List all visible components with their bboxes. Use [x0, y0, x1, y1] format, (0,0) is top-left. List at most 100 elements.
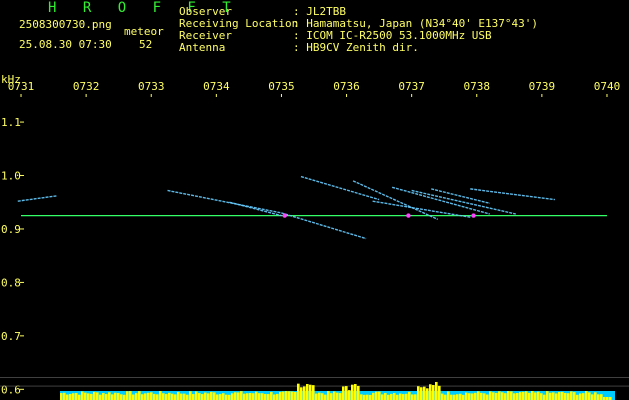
- noise-bar: [432, 385, 435, 400]
- noise-bar: [393, 393, 396, 400]
- x-tick-label: 0732: [73, 80, 100, 93]
- noise-bar: [537, 391, 540, 400]
- meteor-trail: [229, 201, 282, 217]
- noise-bar: [405, 393, 408, 400]
- noise-bar: [294, 392, 297, 400]
- noise-bar: [291, 391, 294, 400]
- noise-bar: [144, 393, 147, 400]
- noise-bar: [75, 392, 78, 400]
- x-tick-label: 0740: [594, 80, 621, 93]
- noise-bar: [279, 391, 282, 400]
- noise-bar: [120, 394, 123, 400]
- noise-bar: [426, 388, 429, 400]
- meteor-trail: [167, 189, 282, 214]
- noise-bar: [252, 393, 255, 400]
- noise-bar: [522, 391, 525, 400]
- spectrogram-plot: 0731 0732 0733 0734 0735 0736 0737 0738 0739 0740…: [0, 80, 629, 400]
- noise-bar: [300, 387, 303, 400]
- noise-bar: [180, 393, 183, 400]
- noise-bar: [594, 392, 597, 400]
- x-tick-label: 0731: [8, 80, 35, 93]
- noise-bar: [525, 391, 528, 400]
- noise-bar: [117, 393, 120, 400]
- noise-bar: [387, 394, 390, 400]
- noise-bar: [141, 394, 144, 400]
- noise-bar: [528, 392, 531, 400]
- noise-bar: [423, 386, 426, 400]
- meteor-trail: [372, 200, 471, 218]
- noise-bar: [480, 392, 483, 400]
- noise-bar: [183, 393, 186, 400]
- noise-bar: [309, 384, 312, 400]
- noise-bar: [570, 391, 573, 400]
- noise-bar: [114, 392, 117, 400]
- noise-bar: [192, 394, 195, 400]
- noise-bar: [210, 391, 213, 400]
- noise-bar: [408, 391, 411, 400]
- noise-bar: [129, 391, 132, 400]
- noise-bar: [285, 391, 288, 400]
- noise-bar: [381, 394, 384, 400]
- noise-bar: [150, 392, 153, 400]
- noise-bar: [213, 392, 216, 400]
- noise-bar: [93, 391, 96, 400]
- noise-bar: [198, 393, 201, 400]
- x-tick-label: 0734: [203, 80, 230, 93]
- noise-bar: [333, 391, 336, 400]
- x-tick-label: 0739: [529, 80, 556, 93]
- noise-bar: [417, 386, 420, 400]
- noise-bar: [123, 394, 126, 400]
- noise-bar: [477, 391, 480, 400]
- noise-bar: [138, 391, 141, 400]
- noise-bar: [270, 392, 273, 400]
- noise-bar: [510, 391, 513, 400]
- noise-bar: [444, 394, 447, 400]
- noise-bar: [222, 393, 225, 400]
- noise-bar: [486, 394, 489, 400]
- noise-bar: [411, 394, 414, 400]
- noise-bar: [219, 394, 222, 400]
- noise-bar: [201, 394, 204, 400]
- noise-bar: [177, 391, 180, 400]
- noise-bar: [231, 393, 234, 400]
- noise-bar: [246, 393, 249, 400]
- noise-bar: [456, 394, 459, 400]
- noise-bar: [228, 394, 231, 400]
- noise-bar: [312, 385, 315, 400]
- noise-bar: [204, 392, 207, 400]
- noise-bar: [240, 391, 243, 400]
- noise-bar: [264, 393, 267, 400]
- y-tick-label: 0.6: [1, 383, 21, 396]
- noise-bar: [402, 394, 405, 400]
- noise-bar: [369, 394, 372, 400]
- trail-hotspot: [406, 213, 411, 218]
- noise-bar: [507, 391, 510, 400]
- noise-bar: [582, 393, 585, 400]
- noise-bar: [501, 392, 504, 400]
- noise-bar: [78, 394, 81, 400]
- noise-bar: [237, 392, 240, 400]
- noise-bar: [273, 394, 276, 400]
- noise-bar: [504, 393, 507, 400]
- noise-bar: [255, 391, 258, 400]
- noise-bar: [471, 393, 474, 400]
- noise-bar: [531, 391, 534, 400]
- noise-bar: [591, 394, 594, 400]
- noise-bar: [588, 392, 591, 400]
- noise-bar: [399, 393, 402, 400]
- noise-bar: [102, 393, 105, 400]
- noise-bar: [234, 392, 237, 400]
- noise-bar: [420, 387, 423, 400]
- noise-bar: [135, 393, 138, 400]
- meteor-trail: [352, 180, 438, 220]
- noise-bar: [450, 394, 453, 400]
- noise-bar: [429, 384, 432, 400]
- x-tick-label: 0736: [333, 80, 360, 93]
- y-tick-label: 0.8: [1, 276, 21, 289]
- noise-bar: [495, 393, 498, 400]
- noise-bar: [465, 392, 468, 400]
- noise-bar: [549, 392, 552, 400]
- noise-bar: [87, 393, 90, 400]
- noise-bar: [288, 391, 291, 400]
- noise-bar: [534, 392, 537, 400]
